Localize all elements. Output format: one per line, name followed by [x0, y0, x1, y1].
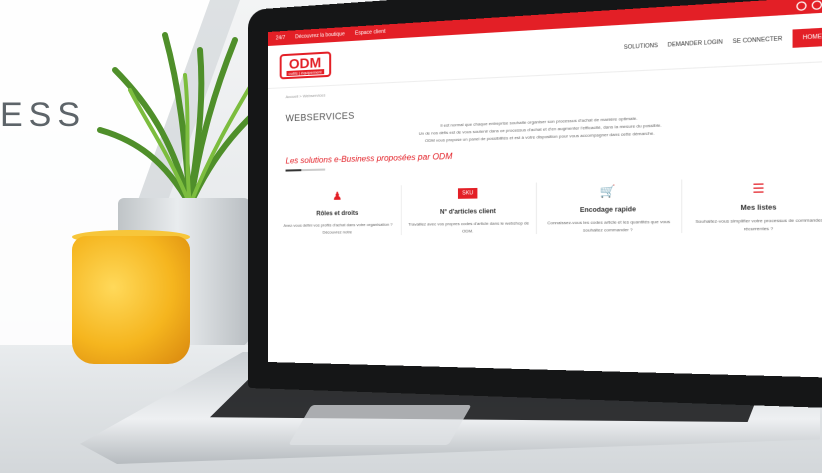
topbar-item-2[interactable]: Découvrez la boutique — [295, 31, 345, 40]
card-title: Encodage rapide — [579, 206, 636, 215]
topbar-item-1[interactable]: 24/7 — [276, 35, 286, 42]
card-listes[interactable]: ☰ Mes listes Souhaitez-vous simplifier v… — [682, 176, 822, 233]
card-sku[interactable]: SKU N° d'articles client Travaillez avec… — [401, 182, 537, 236]
solution-cards: ♟ Rôles et droits Avez-vous défini vos p… — [268, 158, 822, 236]
card-text: Souhaitez-vous simplifier votre processu… — [695, 217, 822, 232]
card-title: N° d'articles client — [439, 208, 496, 216]
list-icon: ☰ — [752, 181, 765, 196]
topbar-item-3[interactable]: Espace client — [355, 29, 386, 37]
yellow-cup — [72, 236, 190, 364]
cart-icon: 🛒 — [599, 184, 616, 199]
laptop-screen: 24/7 Découvrez la boutique Espace client… — [268, 0, 822, 379]
card-title: Mes listes — [740, 204, 777, 213]
card-text: Travaillez avec vos propres codes d'arti… — [408, 220, 530, 234]
sku-badge: SKU — [457, 187, 478, 199]
linkedin-icon[interactable] — [811, 0, 822, 11]
logo-main: ODM — [288, 53, 322, 72]
people-icon: ♟ — [332, 190, 343, 203]
facebook-icon[interactable] — [796, 1, 807, 11]
laptop-trackpad — [288, 405, 472, 445]
nav-se-connecter[interactable]: SE CONNECTER — [733, 36, 783, 45]
card-encodage[interactable]: 🛒 Encodage rapide Connaissez-vous les co… — [536, 179, 683, 235]
sku-badge-icon: SKU — [406, 183, 531, 204]
odm-logo[interactable]: ODM outils | équipement — [279, 50, 331, 79]
card-text: Avez-vous défini vos profils d'achat dan… — [283, 221, 393, 235]
main-nav: SOLUTIONS DEMANDER LOGIN SE CONNECTER HO… — [624, 27, 822, 56]
backdrop-text: ESS — [0, 96, 87, 134]
card-text: Connaissez-vous les codes article et les… — [547, 218, 671, 233]
nav-solutions[interactable]: SOLUTIONS — [624, 43, 658, 51]
card-roles[interactable]: ♟ Rôles et droits Avez-vous défini vos p… — [275, 185, 402, 236]
nav-demander-login[interactable]: DEMANDER LOGIN — [668, 39, 723, 49]
nav-home[interactable]: HOME — [792, 27, 822, 48]
card-title: Rôles et droits — [316, 210, 359, 218]
